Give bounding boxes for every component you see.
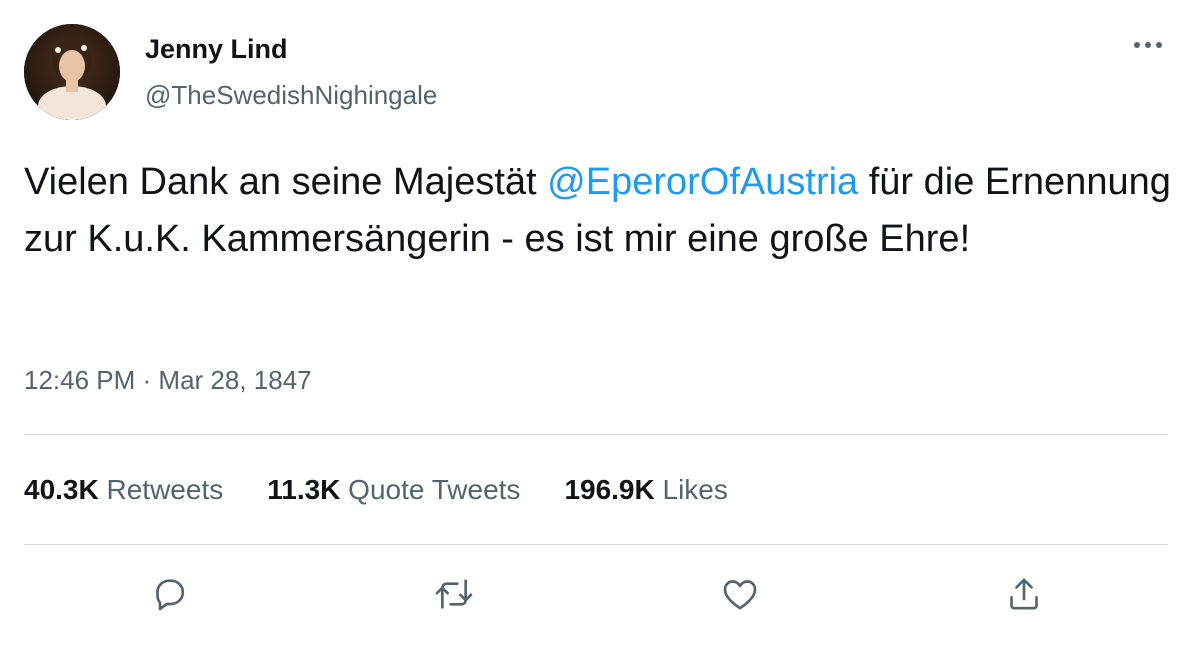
tweet-date[interactable]: Mar 28, 1847 — [158, 365, 311, 395]
tweet-text: Vielen Dank an seine Majestät @EperorOfA… — [24, 154, 1174, 268]
retweets-stat[interactable]: 40.3K Retweets — [24, 474, 223, 506]
likes-count: 196.9K — [564, 474, 655, 505]
avatar[interactable] — [24, 24, 120, 120]
more-options-button[interactable] — [1128, 30, 1168, 60]
mention-link[interactable]: @EperorOfAustria — [547, 161, 858, 203]
avatar-portrait — [24, 24, 120, 120]
share-icon — [1010, 578, 1038, 610]
author-handle[interactable]: @TheSwedishNighingale — [145, 80, 437, 111]
retweets-count: 40.3K — [24, 474, 99, 505]
author-name[interactable]: Jenny Lind — [145, 34, 288, 65]
engagement-stats: 40.3K Retweets 11.3K Quote Tweets 196.9K… — [24, 474, 772, 506]
quote-tweets-label: Quote Tweets — [348, 474, 521, 505]
timestamp-separator: · — [135, 365, 159, 395]
divider — [24, 434, 1168, 435]
tweet-timestamp: 12:46 PM · Mar 28, 1847 — [24, 365, 312, 396]
like-button[interactable] — [714, 568, 766, 620]
reply-icon — [156, 579, 185, 611]
divider — [24, 544, 1168, 545]
like-icon — [723, 580, 757, 610]
retweet-icon — [435, 579, 473, 609]
reply-button[interactable] — [144, 568, 196, 620]
tweet-time[interactable]: 12:46 PM — [24, 365, 135, 395]
tweet-text-start: Vielen Dank an seine Majestät — [24, 161, 548, 203]
share-button[interactable] — [998, 568, 1050, 620]
retweets-label: Retweets — [106, 474, 224, 505]
likes-label: Likes — [662, 474, 728, 505]
likes-stat[interactable]: 196.9K Likes — [564, 474, 727, 506]
quote-tweets-count: 11.3K — [267, 474, 341, 505]
more-icon — [1134, 42, 1162, 48]
quote-tweets-stat[interactable]: 11.3K Quote Tweets — [267, 474, 520, 506]
retweet-button[interactable] — [428, 568, 480, 620]
